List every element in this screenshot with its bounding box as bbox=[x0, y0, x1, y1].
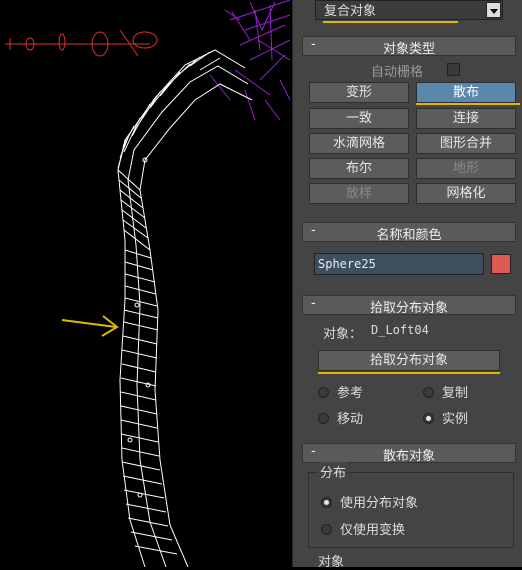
category-dropdown-value: 复合对象 bbox=[324, 4, 377, 19]
red-objects bbox=[5, 29, 158, 57]
radio-reference-label: 参考 bbox=[337, 386, 364, 401]
btn-terrain[interactable]: 地形 bbox=[416, 158, 516, 179]
scatter-underline bbox=[416, 103, 520, 105]
radio-use-distribution[interactable] bbox=[321, 497, 332, 508]
distribution-group-label: 分布 bbox=[318, 462, 349, 481]
object-name-field[interactable]: Sphere25 bbox=[314, 253, 484, 275]
btn-boolean[interactable]: 布尔 bbox=[309, 158, 409, 179]
radio-transforms-only-label: 仅使用变换 bbox=[340, 523, 406, 538]
autogrid-checkbox[interactable] bbox=[447, 63, 460, 76]
command-panel: 复合对象 - 对象类型 自动栅格 变形 散布 一致 连接 水滴网格 图形合并 布… bbox=[292, 0, 522, 570]
rollout-pick-distribution[interactable]: - 拾取分布对象 bbox=[302, 295, 516, 316]
radio-copy-label: 复制 bbox=[442, 386, 469, 401]
radio-instance-label: 实例 bbox=[442, 412, 469, 427]
object-label: 对象： bbox=[323, 327, 363, 342]
chevron-down-icon[interactable] bbox=[486, 2, 501, 18]
pick-distribution-button[interactable]: 拾取分布对象 bbox=[318, 350, 500, 371]
pick-button-underline bbox=[318, 372, 500, 374]
object-value: D_Loft04 bbox=[371, 323, 429, 337]
rollout-name-color[interactable]: - 名称和颜色 bbox=[302, 222, 516, 243]
btn-loft[interactable]: 放样 bbox=[309, 183, 409, 204]
objects-group-label: 对象 bbox=[318, 555, 345, 570]
radio-move-label: 移动 bbox=[337, 412, 364, 427]
rollout-object-type[interactable]: - 对象类型 bbox=[302, 36, 516, 57]
btn-morph[interactable]: 变形 bbox=[309, 82, 409, 103]
loft-wireframe bbox=[117, 49, 253, 567]
viewport[interactable] bbox=[0, 0, 292, 567]
rollout-title: 名称和颜色 bbox=[376, 228, 442, 243]
radio-move[interactable] bbox=[318, 413, 329, 424]
btn-shapemerge[interactable]: 图形合并 bbox=[416, 133, 516, 154]
btn-scatter[interactable]: 散布 bbox=[416, 82, 516, 103]
object-color-swatch[interactable] bbox=[491, 254, 511, 274]
scatter-foliage bbox=[209, 0, 291, 121]
arrow-icon bbox=[61, 315, 119, 337]
wireframe-scene bbox=[5, 0, 291, 567]
radio-use-distribution-label: 使用分布对象 bbox=[340, 496, 419, 511]
radio-reference[interactable] bbox=[318, 387, 329, 398]
rollout-scatter-objects[interactable]: - 散布对象 bbox=[302, 443, 516, 464]
btn-conform[interactable]: 一致 bbox=[309, 108, 409, 129]
btn-connect[interactable]: 连接 bbox=[416, 108, 516, 129]
radio-copy[interactable] bbox=[423, 387, 434, 398]
radio-transforms-only[interactable] bbox=[321, 524, 332, 535]
autogrid-label: 自动栅格 bbox=[371, 65, 424, 80]
dropdown-underline bbox=[323, 21, 458, 23]
radio-instance[interactable] bbox=[423, 413, 434, 424]
btn-blobmesh[interactable]: 水滴网格 bbox=[309, 133, 409, 154]
rollout-title: 拾取分布对象 bbox=[369, 301, 448, 316]
rollout-title: 对象类型 bbox=[382, 42, 435, 57]
category-dropdown[interactable]: 复合对象 bbox=[315, 0, 503, 20]
btn-mesher[interactable]: 网格化 bbox=[416, 183, 516, 204]
